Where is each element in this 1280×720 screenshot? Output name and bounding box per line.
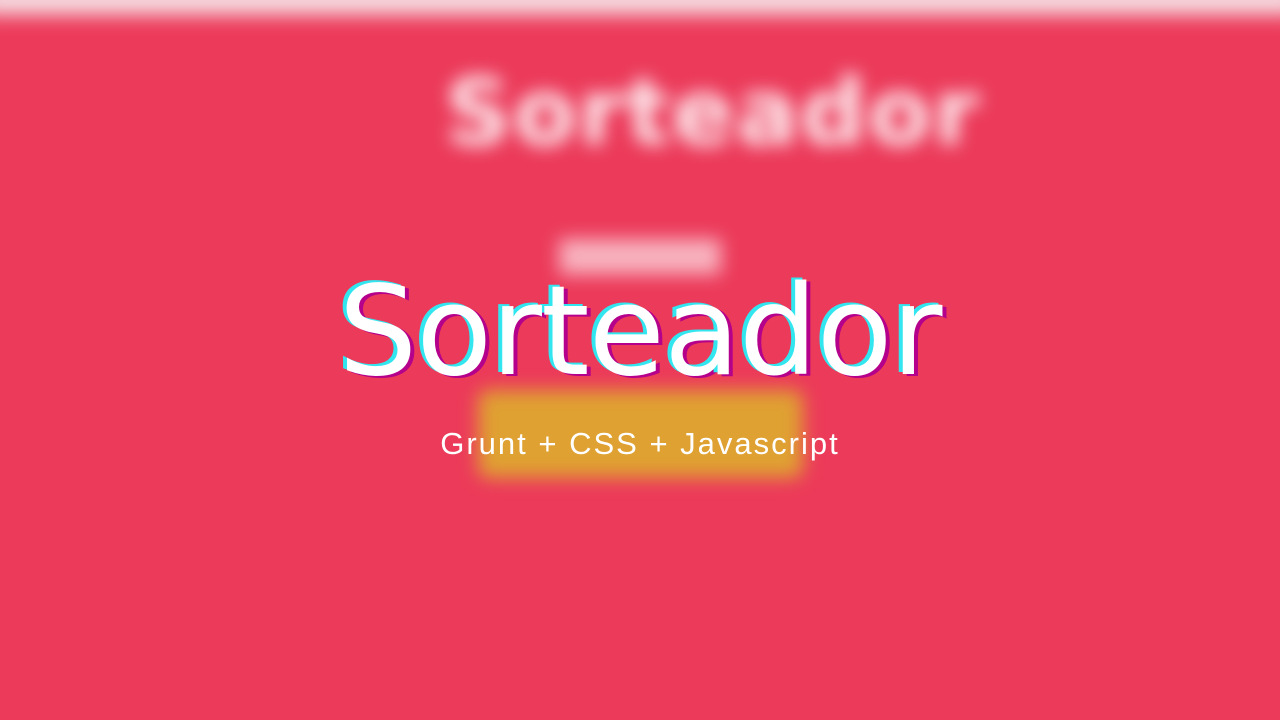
blurred-app-title: Sorteador — [445, 59, 981, 166]
cover-subtitle: Grunt + CSS + Javascript — [440, 426, 840, 461]
cover-screen: Sorteador ███████ Sorteador Grunt + CSS … — [0, 0, 1280, 720]
cover-title: Sorteador — [338, 260, 942, 404]
